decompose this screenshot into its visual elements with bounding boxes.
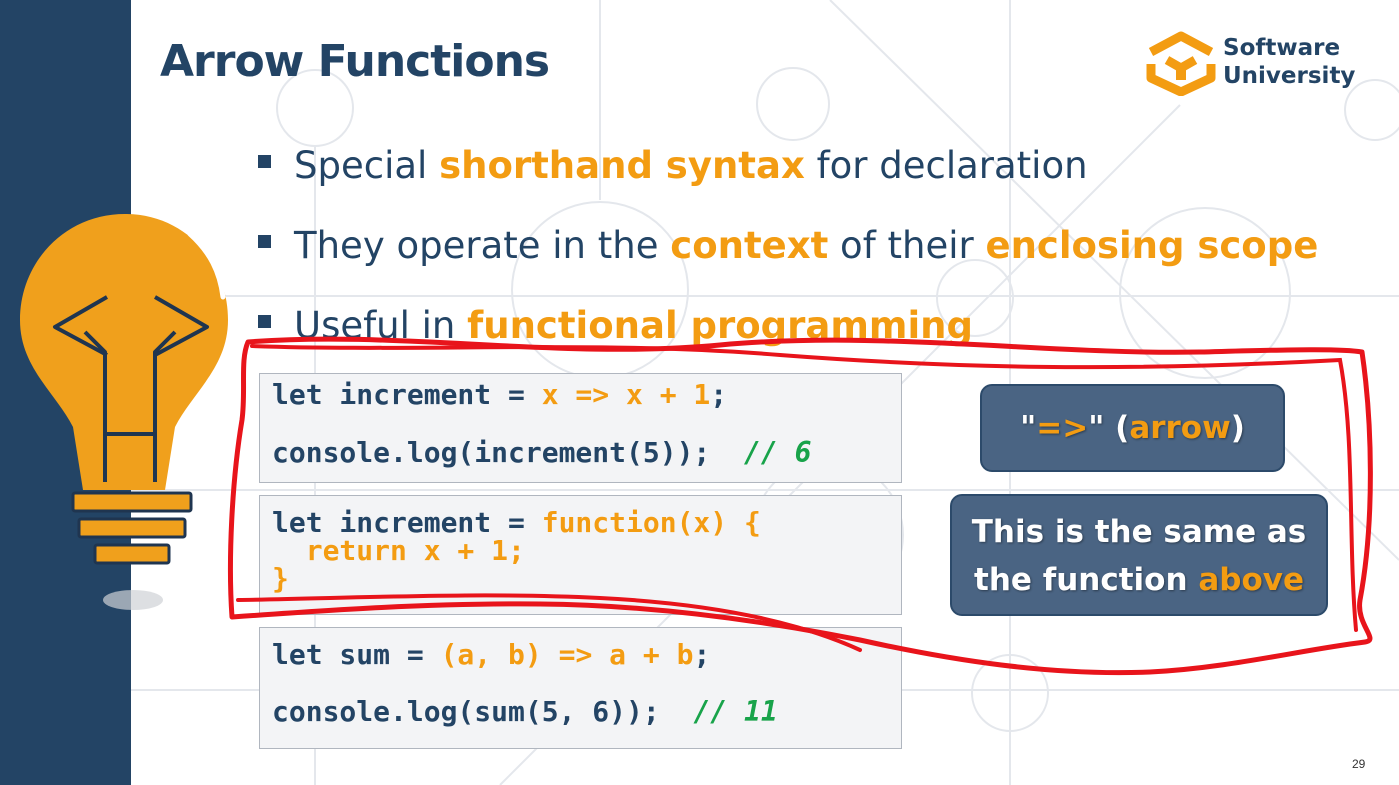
software-university-logo-icon [1146,31,1216,96]
slide-title: Arrow Functions [160,36,550,87]
bullet-text: for declaration [804,144,1088,187]
code-line: let sum = (a, b) => a + b; [272,638,711,671]
code-line: return x + 1; [272,534,525,567]
callout-same-as-above: This is the same as the function above [950,494,1328,616]
bullet-item: They operate in the context of their enc… [258,220,1318,300]
bullet-text: They operate in the [294,224,671,267]
callout-line: the function above [974,562,1304,598]
logo-line-software: Software [1223,35,1341,61]
bullet-square-icon [258,235,271,248]
slide: Arrow Functions Software University Spec… [0,0,1399,785]
bullet-item: Special shorthand syntax for declaration [258,140,1318,220]
logo-line-university: University [1223,63,1356,89]
callout-arrow: "=>" (arrow) [980,384,1285,472]
bullet-highlight: functional programming [467,304,973,347]
bullet-highlight: enclosing scope [985,224,1319,267]
bullet-item: Useful in functional programming [258,300,1318,380]
bullet-list: Special shorthand syntax for declaration… [258,140,1318,380]
code-block-arrow: let increment = x => x + 1; console.log(… [259,373,902,483]
code-block-sum: let sum = (a, b) => a + b; console.log(s… [259,627,902,749]
callout-line: This is the same as [971,514,1307,550]
code-line: console.log(increment(5)); // 6 [272,436,812,469]
bullet-square-icon [258,155,271,168]
code-line: console.log(sum(5, 6)); // 11 [272,695,778,728]
software-university-logo: Software University [1143,30,1373,96]
lightbulb-code-icon [20,214,228,610]
code-line: let increment = x => x + 1; [272,378,728,411]
code-line: } [272,562,289,595]
bullet-square-icon [258,315,271,328]
bullet-text: of their [828,224,986,267]
bullet-highlight: shorthand syntax [439,144,805,187]
code-block-function: let increment = function(x) { return x +… [259,495,902,615]
page-number: 29 [1352,757,1366,771]
bullet-highlight: context [670,224,829,267]
bullet-text: Special [294,144,440,187]
bullet-text: Useful in [294,304,468,347]
